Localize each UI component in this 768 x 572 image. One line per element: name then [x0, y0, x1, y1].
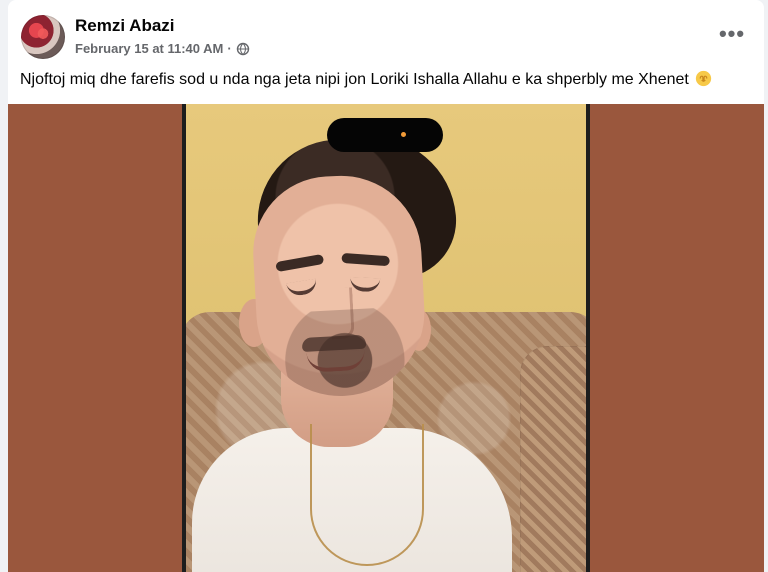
camera-dot: [401, 132, 406, 137]
author-name[interactable]: Remzi Abazi: [75, 16, 175, 36]
post-message: Njoftoj miq dhe farefis sod u nda nga je…: [20, 71, 689, 88]
timestamp[interactable]: February 15 at 11:40 AM: [75, 41, 223, 56]
necklace-chain: [310, 424, 424, 566]
hands-emoji-icon: [696, 70, 712, 87]
post-text: Njoftoj miq dhe farefis sod u nda nga je…: [20, 70, 750, 90]
post-image-frame[interactable]: [8, 104, 764, 572]
right-eye: [349, 276, 381, 293]
left-eyebrow: [275, 253, 325, 273]
meta-separator: ·: [227, 41, 232, 56]
post-card: Remzi Abazi February 15 at 11:40 AM · ••…: [8, 0, 764, 572]
avatar[interactable]: [21, 15, 65, 59]
more-options-button[interactable]: •••: [719, 23, 744, 45]
left-eye: [286, 278, 318, 298]
right-eyebrow: [341, 252, 390, 267]
couch-arm: [520, 346, 586, 572]
post-photo[interactable]: [182, 104, 590, 572]
post-meta: February 15 at 11:40 AM ·: [75, 41, 250, 56]
face: [249, 171, 429, 401]
post-header: Remzi Abazi February 15 at 11:40 AM · ••…: [8, 0, 764, 64]
globe-icon[interactable]: [236, 42, 250, 56]
camera-notch: [327, 118, 443, 152]
portrait-image: [186, 104, 586, 572]
